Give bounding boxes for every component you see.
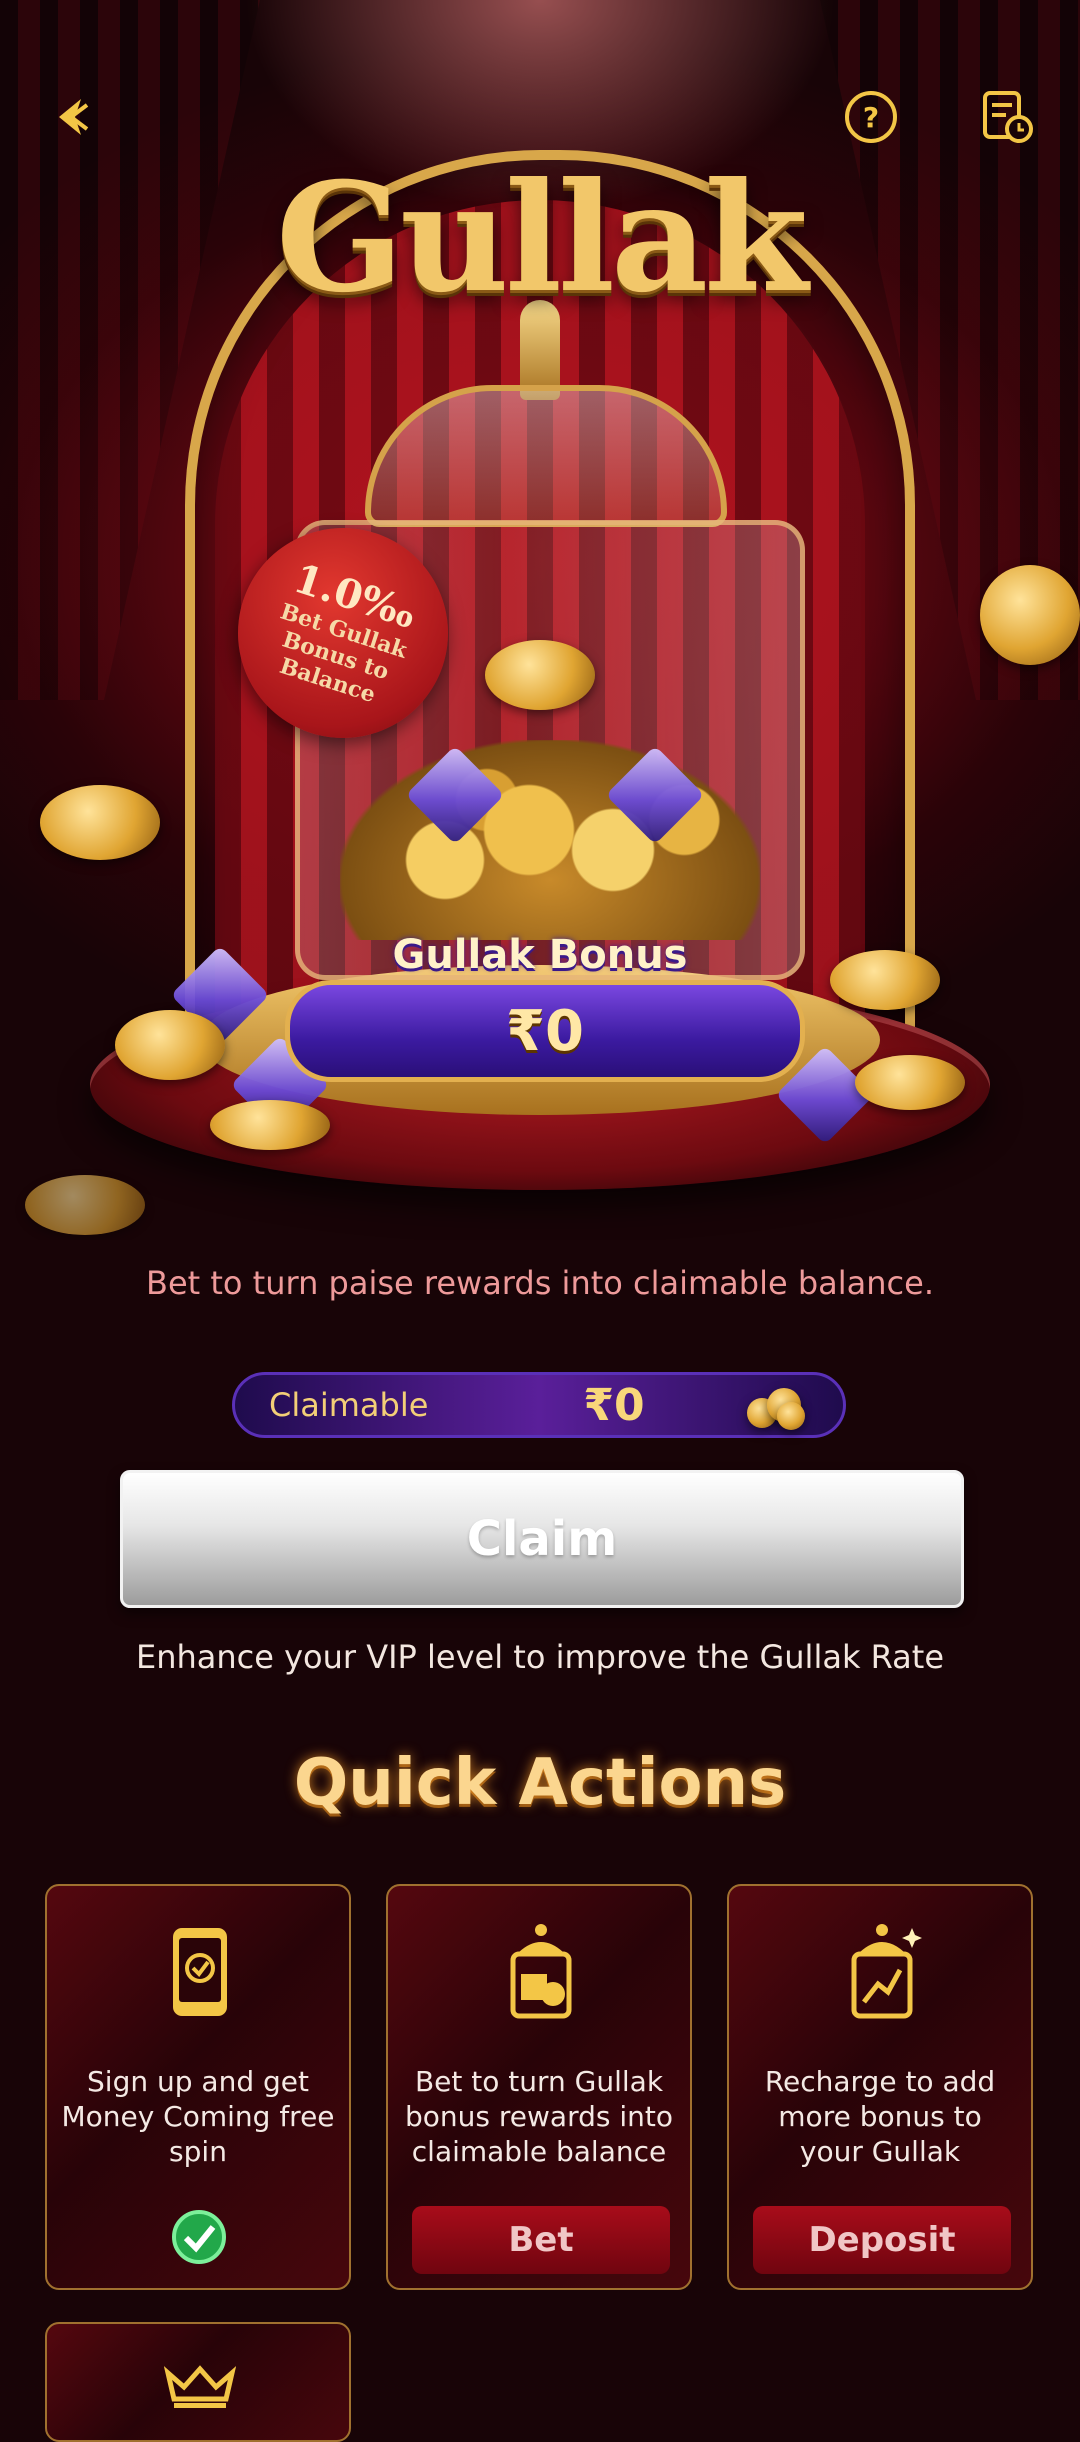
question-circle-icon: ? <box>845 91 897 143</box>
claimable-label: Claimable <box>269 1386 429 1424</box>
coin-icon <box>210 1100 330 1150</box>
claim-button[interactable]: Claim <box>120 1470 964 1608</box>
records-button[interactable] <box>972 82 1042 152</box>
coin-pile <box>340 740 760 940</box>
card-description: Recharge to add more bonus to your Gulla… <box>764 2065 996 2168</box>
bet-button[interactable]: Bet <box>412 2206 670 2274</box>
phone-check-icon <box>160 1922 240 2022</box>
gullak-bonus-value: ₹0 <box>506 998 584 1064</box>
back-arrow-icon <box>59 99 89 135</box>
quick-action-card-deposit: Recharge to add more bonus to your Gulla… <box>727 1884 1033 2290</box>
records-clock-icon <box>983 91 1033 143</box>
quick-actions-title: Quick Actions <box>293 1746 787 1820</box>
gullak-bonus-label: Gullak Bonus <box>392 932 688 978</box>
quick-action-card-signup: Sign up and get Money Coming free spin <box>45 1884 351 2290</box>
completed-check-icon <box>172 2210 226 2264</box>
coin-icon <box>485 640 595 710</box>
quick-action-card-vip <box>45 2322 351 2442</box>
hint-vip-level: Enhance your VIP level to improve the Gu… <box>135 1638 945 1676</box>
coin-icon <box>855 1055 965 1110</box>
claimable-bar: Claimable ₹0 <box>232 1372 846 1438</box>
help-button[interactable]: ? <box>836 82 906 152</box>
card-description: Sign up and get Money Coming free spin <box>61 2065 335 2168</box>
coin-icon <box>980 565 1080 665</box>
gullak-bonus-plate: ₹0 <box>285 980 805 1082</box>
jar-bet-icon <box>501 1922 581 2022</box>
jar-recharge-icon <box>842 1922 922 2022</box>
card-description: Bet to turn Gullak bonus rewards into cl… <box>405 2065 673 2168</box>
claimable-value: ₹0 <box>583 1379 645 1431</box>
quick-action-card-bet: Bet to turn Gullak bonus rewards into cl… <box>386 1884 692 2290</box>
coin-icon <box>25 1175 145 1235</box>
deposit-button[interactable]: Deposit <box>753 2206 1011 2274</box>
page-title: Gullak <box>275 150 808 326</box>
svg-text:?: ? <box>863 101 879 134</box>
back-button[interactable] <box>36 82 106 152</box>
coin-icon <box>40 785 160 860</box>
coin-icon <box>830 950 940 1010</box>
hint-paise-rewards: Bet to turn paise rewards into claimable… <box>146 1264 934 1302</box>
crown-icon <box>160 2356 240 2416</box>
hero-banner: 1.0‰ Bet Gullak Bonus to Balance Gullak … <box>0 0 1080 1240</box>
coin-stack-icon <box>739 1380 809 1430</box>
coin-icon <box>115 1010 225 1080</box>
